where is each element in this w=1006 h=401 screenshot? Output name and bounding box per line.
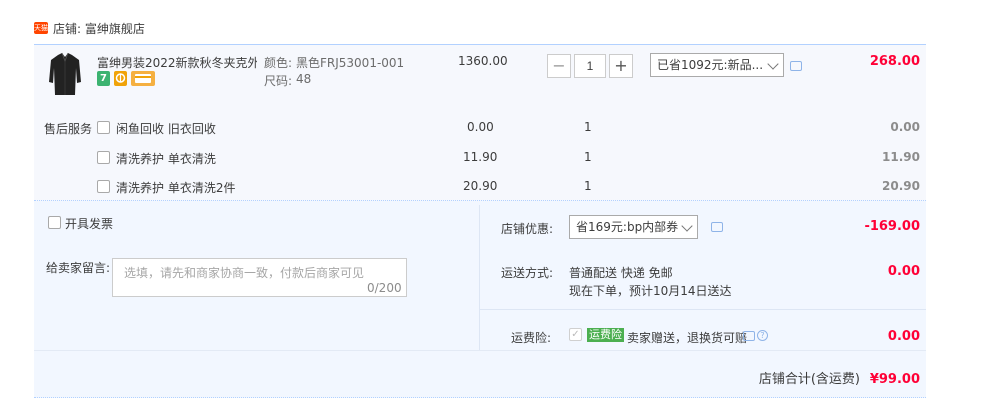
store-total: 店铺合计(含运费) ¥99.00 (700, 368, 920, 387)
item-discount-select[interactable]: 已省1092元:新品... (650, 53, 784, 77)
insurance-amount: 0.00 (887, 329, 920, 344)
service-qty: 1 (584, 120, 592, 134)
unit-price: 1360.00 (458, 54, 508, 68)
card-icon[interactable] (131, 71, 155, 86)
sku-color-value: 黑色FRJ53001-001 (296, 56, 405, 70)
help-icon[interactable]: ? (757, 330, 768, 341)
item-subtotal: 268.00 (869, 54, 920, 69)
sku-color-label: 颜色: (264, 56, 293, 70)
service-qty: 1 (584, 150, 592, 164)
quantity-input[interactable]: 1 (574, 54, 606, 78)
product-thumbnail[interactable] (48, 52, 82, 96)
service-name: 清洗养护 单衣清洗 (116, 152, 216, 166)
quantity-decrease-button[interactable]: − (547, 54, 571, 78)
shipping-method: 普通配送 快递 免邮 (569, 266, 673, 280)
service-price: 20.90 (463, 179, 498, 193)
shipping-eta: 现在下单，预计10月14日送达 (569, 284, 732, 298)
divider (479, 205, 480, 350)
message-placeholder: 选填，请先和商家协商一致，付款后商家可见 (124, 266, 365, 280)
chevron-down-icon (767, 58, 779, 70)
sku-size-label: 尺码: (264, 74, 293, 88)
chat-icon[interactable] (790, 61, 802, 71)
insurance-desc: 卖家赠送，退换货可赔 (627, 331, 748, 345)
divider (480, 309, 926, 310)
service-qty: 1 (584, 179, 592, 193)
service-total: 0.00 (890, 120, 920, 134)
store-discount-select[interactable]: 省169元:bp内部券 (569, 215, 698, 239)
chat-icon[interactable] (711, 222, 723, 232)
invoice-label: 开具发票 (65, 217, 114, 231)
service-checkbox[interactable] (97, 180, 110, 193)
quantity-increase-button[interactable]: + (609, 54, 633, 78)
after-sales-title: 售后服务 (44, 122, 93, 136)
message-label: 给卖家留言: (46, 261, 111, 275)
chevron-down-icon (681, 220, 693, 232)
service-name: 闲鱼回收 旧衣回收 (116, 122, 216, 136)
insurance-label: 运费险: (511, 331, 552, 345)
store-total-label: 店铺合计(含运费) (758, 372, 860, 387)
insurance-tag: 运费险 (587, 328, 624, 342)
service-price: 11.90 (463, 150, 498, 164)
shop-header: 天猫 店铺: 富绅旗舰店 (34, 19, 145, 37)
service-price: 0.00 (467, 120, 494, 134)
divider (34, 350, 926, 351)
shipping-label: 运送方式: (501, 266, 554, 280)
tmall-icon: 天猫 (34, 22, 48, 34)
service-checkbox[interactable] (97, 121, 110, 134)
product-title[interactable]: 富绅男装2022新款秋冬夹克外... (97, 54, 257, 71)
service-checkbox[interactable] (97, 151, 110, 164)
store-discount-label: 店铺优惠: (501, 222, 554, 236)
service-name: 清洗养护 单衣清洗2件 (116, 181, 236, 195)
chat-icon[interactable] (743, 331, 755, 341)
store-discount-value: 省169元:bp内部券 (576, 220, 679, 234)
service-total: 11.90 (882, 150, 920, 164)
store-total-amount: ¥99.00 (869, 372, 920, 387)
invoice-checkbox[interactable] (48, 216, 61, 229)
store-discount-amount: -169.00 (864, 219, 920, 234)
coupon-icon[interactable] (114, 71, 127, 86)
sku-size-value: 48 (296, 72, 312, 86)
service-total: 20.90 (882, 179, 920, 193)
seven-day-return-icon[interactable]: 7 (97, 71, 110, 86)
item-discount-value: 已省1092元:新品... (657, 58, 764, 72)
insurance-checkbox: ✓ (569, 328, 582, 341)
shipping-amount: 0.00 (887, 264, 920, 279)
shop-name[interactable]: 店铺: 富绅旗舰店 (53, 20, 145, 37)
message-counter: 0/200 (367, 281, 402, 295)
